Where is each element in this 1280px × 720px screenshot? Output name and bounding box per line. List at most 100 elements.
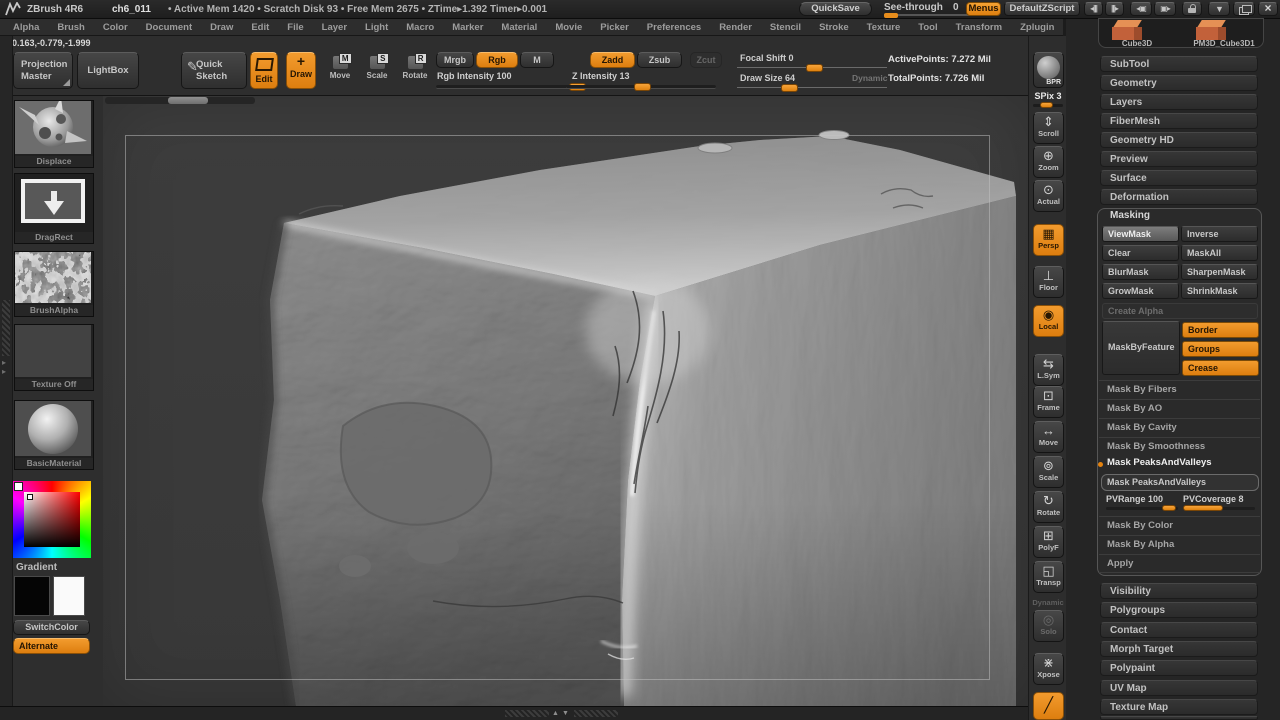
tool-section-fibermesh[interactable]: FiberMesh <box>1100 113 1258 129</box>
feature-button-crease[interactable]: Crease <box>1182 360 1259 376</box>
frame-button[interactable]: ⊡Frame <box>1033 386 1064 418</box>
current-stroke-button[interactable]: DragRect <box>14 173 94 244</box>
masking-item-mask-by-fibers[interactable]: Mask By Fibers <box>1099 380 1260 399</box>
color-picker[interactable] <box>13 481 91 558</box>
sv-selector[interactable] <box>27 494 33 500</box>
feature-button-groups[interactable]: Groups <box>1182 341 1259 357</box>
minimize-icon[interactable]: ▼ <box>1208 2 1230 16</box>
see-through-slider-thumb[interactable] <box>884 13 898 18</box>
lsym-button[interactable]: ⇆L.Sym <box>1033 354 1064 386</box>
menu-item-stencil[interactable]: Stencil <box>761 22 810 33</box>
secondary-color-swatch[interactable] <box>53 576 85 616</box>
polyf-button[interactable]: ⊞PolyF <box>1033 526 1064 558</box>
masking-button-viewmask[interactable]: ViewMask <box>1102 226 1179 242</box>
masking-button-shrinkmask[interactable]: ShrinkMask <box>1181 283 1258 299</box>
move-mode-button[interactable]: M Move <box>325 54 355 88</box>
spix-slider-thumb[interactable] <box>1040 102 1053 108</box>
feature-button-border[interactable]: Border <box>1182 322 1259 338</box>
menu-item-edit[interactable]: Edit <box>242 22 278 33</box>
z-intensity-thumb[interactable] <box>634 83 651 91</box>
canvas-scrollbar-thumb[interactable] <box>168 97 208 104</box>
tool-section-polypaint[interactable]: Polypaint <box>1100 660 1258 676</box>
zoom-button[interactable]: ⊕Zoom <box>1033 146 1064 178</box>
current-brush-button[interactable]: Displace <box>14 100 94 168</box>
edit-mode-button[interactable]: Edit <box>250 52 278 89</box>
left-tray-divider[interactable]: ▸▸ <box>0 36 13 706</box>
tool-section-deformation[interactable]: Deformation <box>1100 189 1258 205</box>
menu-item-transform[interactable]: Transform <box>947 22 1011 33</box>
menu-item-preferences[interactable]: Preferences <box>638 22 710 33</box>
document-canvas[interactable] <box>103 96 1028 706</box>
projection-master-button[interactable]: Projection Master <box>13 52 73 89</box>
menu-item-tool[interactable]: Tool <box>909 22 946 33</box>
menu-item-draw[interactable]: Draw <box>201 22 242 33</box>
mrgb-button[interactable]: Mrgb <box>436 52 474 68</box>
zsub-button[interactable]: Zsub <box>637 52 682 68</box>
restore-icon[interactable] <box>1233 2 1255 16</box>
masking-button-sharpenmask[interactable]: SharpenMask <box>1181 264 1258 280</box>
scroll-button[interactable]: ⇕Scroll <box>1033 112 1064 144</box>
menu-item-brush[interactable]: Brush <box>48 22 93 33</box>
left-tray-arrows-icon[interactable]: ▸▸ <box>2 358 6 376</box>
transp-button[interactable]: ◱Transp <box>1033 561 1064 593</box>
tool-section-preview[interactable]: Preview <box>1100 151 1258 167</box>
tool-section-uv-map[interactable]: UV Map <box>1100 680 1258 696</box>
hue-selector[interactable] <box>14 482 23 491</box>
local-button[interactable]: ◉Local <box>1033 305 1064 337</box>
next-document-icon[interactable]: ▣▸ <box>1154 2 1176 16</box>
bpr-render-button[interactable]: BPR <box>1033 52 1064 88</box>
tool-section-partial[interactable] <box>1100 716 1258 720</box>
tool-section-texture-map[interactable]: Texture Map <box>1100 699 1258 715</box>
menu-item-light[interactable]: Light <box>356 22 397 33</box>
menu-item-material[interactable]: Material <box>492 22 546 33</box>
xpose-button[interactable]: ⋇Xpose <box>1033 653 1064 685</box>
quicksave-button[interactable]: QuickSave <box>799 2 872 16</box>
quick-sketch-button[interactable]: ✎ Quick Sketch <box>181 52 247 89</box>
lightbox-button[interactable]: LightBox <box>77 52 139 89</box>
current-texture-button[interactable]: Texture Off <box>14 324 94 391</box>
mask-by-color-button[interactable]: Mask By Color <box>1099 516 1260 535</box>
zadd-button[interactable]: Zadd <box>590 52 635 68</box>
switch-color-button[interactable]: SwitchColor <box>13 620 90 635</box>
draw-mode-button[interactable]: + Draw <box>286 52 316 89</box>
rotate-button[interactable]: ↻Rotate <box>1033 491 1064 523</box>
zcut-button[interactable]: Zcut <box>690 52 722 68</box>
mask-peaks-valleys-button[interactable]: Mask PeaksAndValleys <box>1101 474 1259 491</box>
persp-button[interactable]: ▦Persp <box>1033 224 1064 256</box>
tool-section-contact[interactable]: Contact <box>1100 622 1258 638</box>
current-material-button[interactable]: BasicMaterial <box>14 400 94 470</box>
masking-item-mask-by-cavity[interactable]: Mask By Cavity <box>1099 418 1260 437</box>
tool-section-geometry-hd[interactable]: Geometry HD <box>1100 132 1258 148</box>
collapse-right-tray-icon[interactable]: |||▸ <box>1105 2 1124 16</box>
partial-orange-button[interactable]: ╱ <box>1033 692 1064 720</box>
tool-section-surface[interactable]: Surface <box>1100 170 1258 186</box>
pv-coverage-thumb[interactable] <box>1183 505 1223 511</box>
saturation-value-square[interactable] <box>24 492 80 547</box>
tool-section-polygroups[interactable]: Polygroups <box>1100 602 1258 618</box>
main-color-swatch[interactable] <box>14 576 50 616</box>
scale-button[interactable]: ⊚Scale <box>1033 456 1064 488</box>
masking-button-maskall[interactable]: MaskAll <box>1181 245 1258 261</box>
solo-button[interactable]: ◎Solo <box>1033 610 1064 642</box>
menu-item-zplugin[interactable]: Zplugin <box>1011 22 1063 33</box>
floor-button[interactable]: ⊥Floor <box>1033 266 1064 298</box>
tool-section-geometry[interactable]: Geometry <box>1100 75 1258 91</box>
draw-size-thumb[interactable] <box>781 84 798 92</box>
menu-item-texture[interactable]: Texture <box>858 22 910 33</box>
menu-item-picker[interactable]: Picker <box>591 22 638 33</box>
masking-item-mask-by-ao[interactable]: Mask By AO <box>1099 399 1260 418</box>
menu-item-marker[interactable]: Marker <box>443 22 492 33</box>
draw-size-slider[interactable] <box>737 87 887 88</box>
menu-item-file[interactable]: File <box>278 22 312 33</box>
menu-item-color[interactable]: Color <box>94 22 137 33</box>
menus-toggle-button[interactable]: Menus <box>966 2 1001 16</box>
left-tray-grip[interactable] <box>2 300 10 356</box>
menu-item-render[interactable]: Render <box>710 22 761 33</box>
pv-section-header[interactable]: Mask PeaksAndValleys <box>1107 457 1212 468</box>
tool-section-morph-target[interactable]: Morph Target <box>1100 641 1258 657</box>
scale-mode-button[interactable]: S Scale <box>362 54 392 88</box>
rotate-mode-button[interactable]: R Rotate <box>400 54 430 88</box>
bottom-tray-grip[interactable] <box>505 710 549 717</box>
rgb-intensity-slider[interactable] <box>436 85 586 89</box>
close-icon[interactable]: × <box>1258 2 1278 16</box>
